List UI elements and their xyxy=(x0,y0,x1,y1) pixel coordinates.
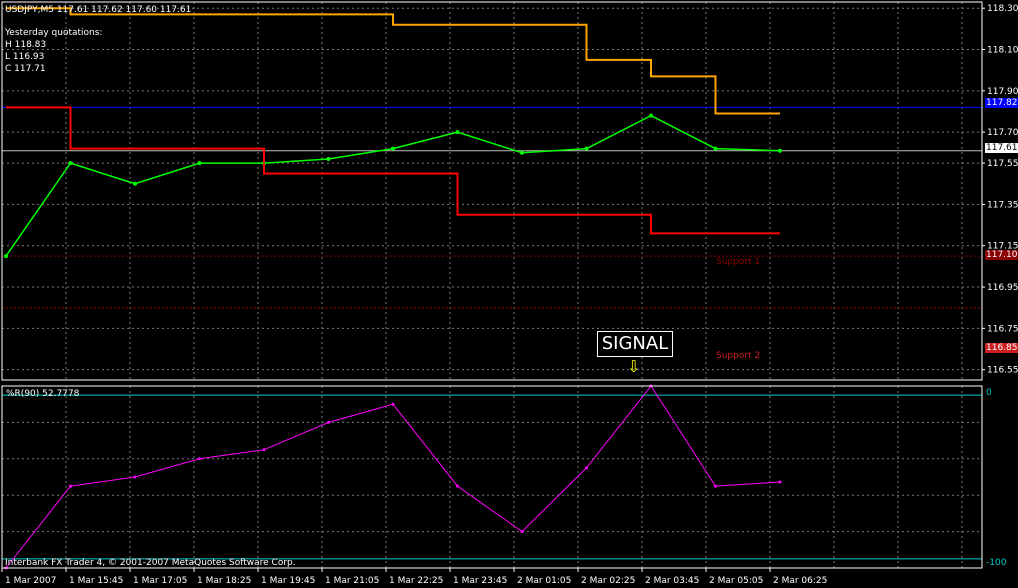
resistance-price-tag: 117.82 xyxy=(985,98,1018,108)
williams-r-point xyxy=(133,475,137,479)
williams-r-point xyxy=(456,484,459,488)
time-tick-label: 2 Mar 03:45 xyxy=(645,576,699,586)
symbol-header: USDJPY,M5 117.61 117.62 117.60 117.61 xyxy=(5,5,192,15)
indicator-label: %R(90) 52.7778 xyxy=(6,389,80,399)
signal-label: SIGNAL xyxy=(597,331,673,357)
price-chart[interactable]: 118.30 118.10 117.90 117.70 117.55 117.35 117.… xyxy=(0,0,1018,588)
indicator-top-label: 0 xyxy=(986,388,992,398)
close-price-point xyxy=(649,113,653,118)
price-tick-label: 118.30 xyxy=(987,4,1018,14)
close-price-point xyxy=(4,254,8,259)
williams-r-point xyxy=(520,530,524,534)
williams-r-point xyxy=(778,480,782,484)
close-price-point xyxy=(520,150,524,155)
yesterday-title: Yesterday quotations: xyxy=(5,28,103,38)
support1-price-tag: 117.10 xyxy=(985,250,1018,260)
price-tick-label: 117.90 xyxy=(987,87,1018,97)
time-tick-label: 1 Mar 2007 xyxy=(5,576,56,586)
williams-r-point xyxy=(585,466,588,470)
time-tick-label: 1 Mar 19:45 xyxy=(261,576,315,586)
price-tick-label: 116.55 xyxy=(987,366,1018,376)
price-tick-label: 116.75 xyxy=(987,324,1018,334)
time-tick-label: 1 Mar 23:45 xyxy=(453,576,507,586)
williams-r-point xyxy=(327,420,330,424)
williams-r-point xyxy=(198,457,201,461)
chart-background xyxy=(0,0,1018,588)
yesterday-high: H 118.83 xyxy=(5,40,47,50)
current-price-tag: 117.61 xyxy=(985,143,1018,153)
close-price-point xyxy=(455,130,460,135)
time-tick-label: 1 Mar 21:05 xyxy=(325,576,379,586)
copyright: Interbank FX Trader 4, © 2001-2007 MetaQ… xyxy=(5,558,296,568)
close-price-point xyxy=(778,148,782,153)
time-tick-label: 1 Mar 18:25 xyxy=(197,576,251,586)
time-tick-label: 2 Mar 06:25 xyxy=(773,576,827,586)
price-tick-label: 117.70 xyxy=(987,128,1018,138)
williams-r-point xyxy=(391,402,395,406)
support2-price-tag: 116.85 xyxy=(985,343,1018,353)
indicator-bottom-label: -100 xyxy=(986,558,1007,568)
close-price-point xyxy=(68,161,73,166)
close-price-point xyxy=(197,161,202,166)
time-tick-label: 1 Mar 22:25 xyxy=(389,576,443,586)
williams-r-point xyxy=(262,448,266,452)
close-price-point xyxy=(326,156,331,161)
price-tick-label: 117.55 xyxy=(987,159,1018,169)
time-tick-label: 2 Mar 05:05 xyxy=(709,576,763,586)
williams-r-point xyxy=(69,484,72,488)
williams-r-point xyxy=(714,484,717,488)
close-price-point xyxy=(584,146,589,151)
close-price-point xyxy=(133,181,137,186)
price-tick-label: 118.10 xyxy=(987,46,1018,56)
time-tick-label: 1 Mar 15:45 xyxy=(69,576,123,586)
time-tick-label: 2 Mar 02:25 xyxy=(581,576,635,586)
signal-arrow-icon[interactable]: ⇩ xyxy=(627,357,640,376)
yesterday-low: L 116.93 xyxy=(5,52,45,62)
price-tick-label: 117.35 xyxy=(987,200,1018,210)
time-tick-label: 2 Mar 01:05 xyxy=(517,576,571,586)
close-price-point xyxy=(713,146,718,151)
time-tick-label: 1 Mar 17:05 xyxy=(133,576,187,586)
close-price-point xyxy=(391,146,395,151)
support2-label: Support 2 xyxy=(716,351,761,361)
price-tick-label: 116.95 xyxy=(987,283,1018,293)
support1-label: Support 1 xyxy=(716,257,761,267)
yesterday-close: C 117.71 xyxy=(5,64,46,74)
